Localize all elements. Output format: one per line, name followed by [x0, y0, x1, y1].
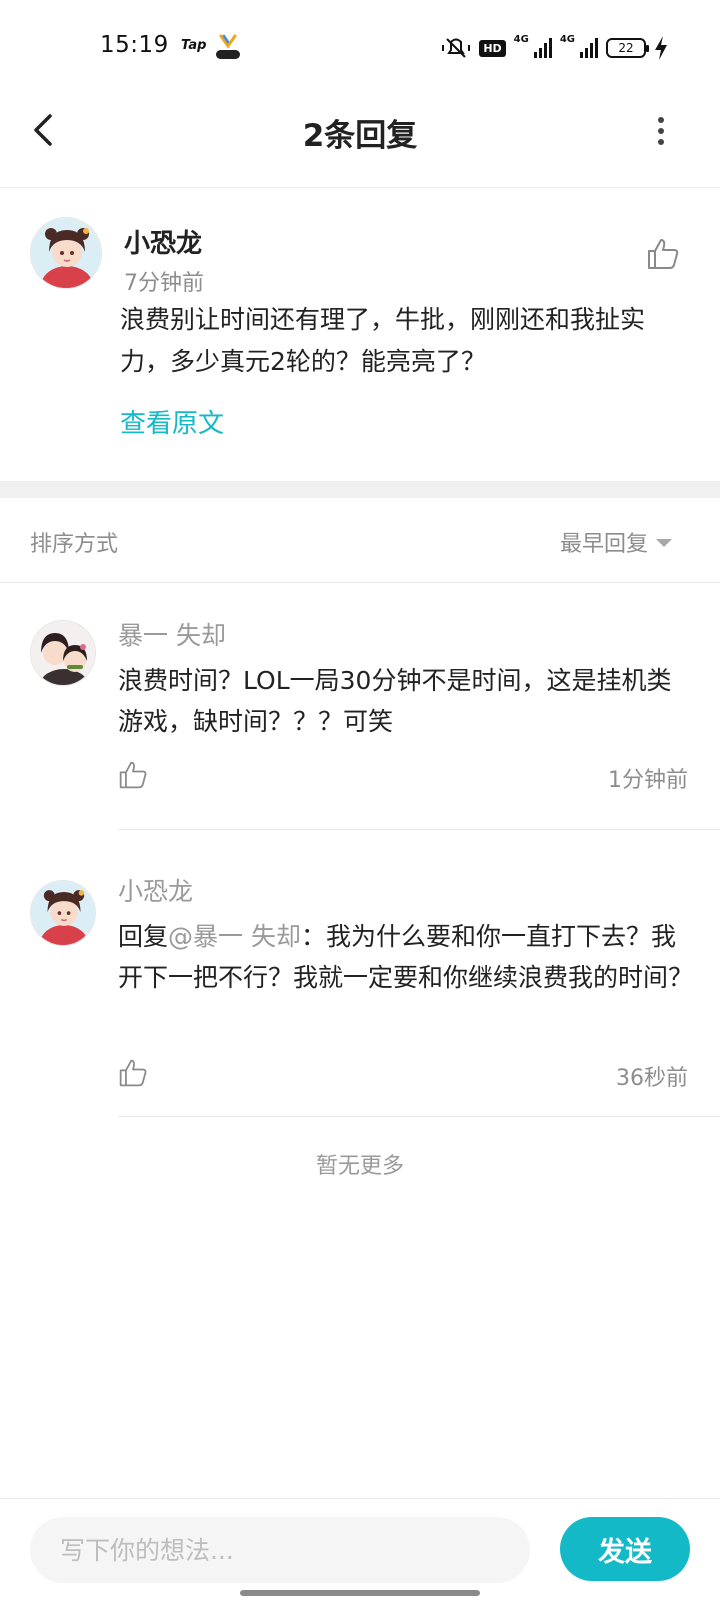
avatar-image	[31, 881, 95, 945]
thumbs-up-icon[interactable]	[118, 760, 148, 790]
status-time: 15:19	[100, 32, 169, 58]
signal-icon-2	[580, 38, 598, 58]
avatar-image	[31, 218, 101, 288]
reply-time: 1分钟前	[608, 768, 688, 793]
reply-author[interactable]: 暴一 失却	[118, 616, 226, 652]
hd-badge: HD	[479, 39, 506, 57]
sort-value: 最早回复	[559, 532, 648, 557]
reply-text: 浪费时间？LOL一局30分钟不是时间，这是挂机类游戏，缺时间？？？可笑	[118, 666, 672, 736]
reply-text: 回复@暴一 失却：我为什么要和你一直打下去？我开下一把不行？我就一定要和你继续浪…	[118, 916, 693, 998]
sort-label: 排序方式	[30, 532, 119, 557]
home-indicator[interactable]	[240, 1590, 480, 1596]
battery-icon: 22	[606, 38, 649, 58]
thumbs-up-icon[interactable]	[118, 1058, 148, 1088]
reply-time: 36秒前	[616, 1066, 688, 1091]
more-vertical-icon[interactable]	[654, 116, 668, 146]
reply-author[interactable]: 小恐龙	[118, 872, 193, 908]
signal-icon-1	[533, 38, 552, 58]
comment-input[interactable]	[30, 1517, 530, 1583]
mention-link[interactable]: @暴一 失却	[168, 922, 301, 951]
tap-app-icon: Tap	[181, 38, 207, 53]
thumbs-up-icon[interactable]	[646, 237, 680, 271]
main-comment: 小恐龙 7分钟前 浪费别让时间还有理了，牛批，刚刚还和我扯实力，多少真元2轮的？…	[0, 189, 720, 481]
comment-text: 浪费别让时间还有理了，牛批，刚刚还和我扯实力，多少真元2轮的？能亮亮了？	[120, 305, 646, 376]
chevron-down-icon	[656, 539, 672, 547]
mute-vibrate-icon	[442, 38, 471, 58]
avatar[interactable]	[30, 620, 96, 686]
view-original-link[interactable]: 查看原文	[120, 403, 224, 440]
charging-icon	[655, 36, 667, 60]
reply-item: 小恐龙 回复@暴一 失却：我为什么要和你一直打下去？我开下一把不行？我就一定要和…	[0, 830, 720, 1117]
app-header: 2条回复	[0, 96, 720, 188]
reply-prefix: 回复	[118, 922, 169, 951]
reply-item: 暴一 失却 浪费时间？LOL一局30分钟不是时间，这是挂机类游戏，缺时间？？？可…	[0, 584, 720, 830]
comment-author[interactable]: 小恐龙	[124, 223, 202, 260]
battery-level: 22	[618, 41, 634, 55]
sort-dropdown[interactable]: 最早回复	[560, 526, 672, 558]
section-divider	[0, 481, 720, 498]
page-title: 2条回复	[302, 118, 418, 154]
status-bar: 15:19 Tap HD 4G 4G 22	[0, 0, 720, 96]
app-notification-icon	[216, 34, 240, 59]
send-button[interactable]: 发送	[560, 1517, 690, 1581]
composer-bar: 发送	[0, 1498, 720, 1600]
network-type-1: 4G	[513, 34, 529, 45]
avatar[interactable]	[30, 217, 102, 289]
avatar-image	[31, 621, 95, 685]
network-type-2: 4G	[559, 34, 575, 45]
reply-divider	[118, 1116, 720, 1117]
no-more-text: 暂无更多	[315, 1154, 404, 1179]
avatar[interactable]	[30, 880, 96, 946]
sort-row: 排序方式 最早回复	[0, 498, 720, 583]
comment-time: 7分钟前	[124, 271, 204, 296]
